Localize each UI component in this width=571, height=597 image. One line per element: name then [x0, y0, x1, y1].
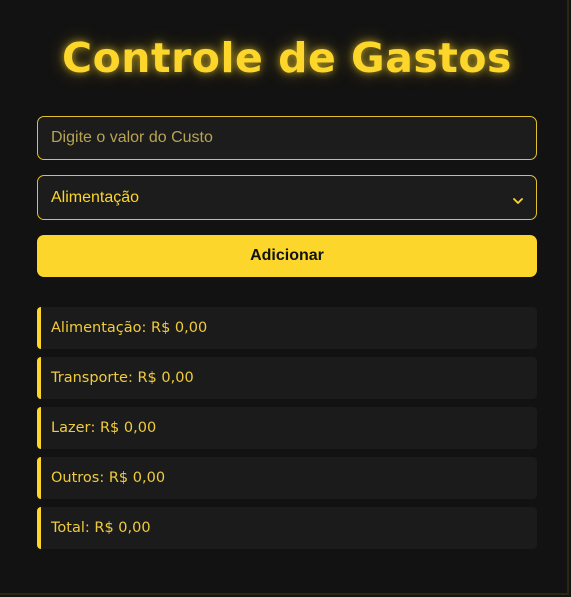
total-row-transporte: Transporte: R$ 0,00: [37, 357, 537, 399]
page-title: Controle de Gastos: [62, 34, 512, 82]
total-label: Transporte: [51, 370, 128, 386]
chevron-down-icon: [513, 193, 523, 204]
total-label: Outros: [51, 470, 100, 486]
total-separator: :: [141, 320, 152, 336]
total-value: R$ 0,00: [99, 420, 157, 436]
total-separator: :: [84, 520, 95, 536]
category-select[interactable]: Alimentação: [37, 175, 537, 220]
total-row-total: Total: R$ 0,00: [37, 507, 537, 549]
total-value: R$ 0,00: [94, 520, 151, 536]
category-select-value: Alimentação: [51, 188, 140, 206]
total-separator: :: [90, 420, 100, 436]
total-separator: :: [127, 370, 138, 386]
total-value: R$ 0,00: [151, 320, 208, 336]
total-value: R$ 0,00: [108, 470, 166, 486]
total-label: Lazer: [51, 420, 91, 436]
expense-tracker-card: Controle de Gastos Alimentação Adicionar…: [0, 0, 569, 595]
total-row-lazer: Lazer: R$ 0,00: [37, 407, 537, 449]
cost-input[interactable]: [37, 116, 537, 160]
total-row-alimentacao: Alimentação: R$ 0,00: [37, 307, 537, 349]
total-separator: :: [99, 470, 109, 486]
total-value: R$ 0,00: [137, 370, 194, 386]
add-button[interactable]: Adicionar: [37, 235, 537, 277]
total-label: Total: [51, 520, 85, 536]
total-row-outros: Outros: R$ 0,00: [37, 457, 537, 499]
total-label: Alimentação: [51, 320, 142, 336]
